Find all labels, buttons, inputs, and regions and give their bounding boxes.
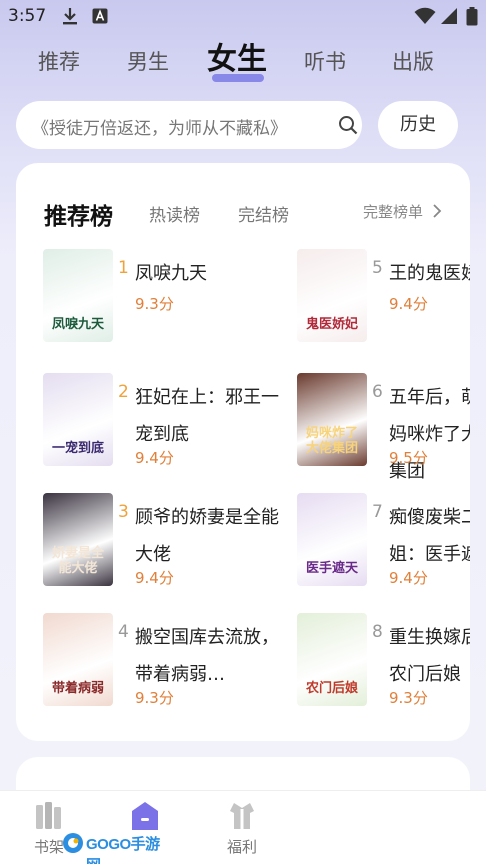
book-title[interactable]: 狂妃在上：邪王一宠到底	[135, 379, 285, 453]
book-item[interactable]: 娇妻是全能大佬 3 顾爷的娇妻是全能大佬 9.4分	[43, 493, 279, 589]
book-cover[interactable]: 鬼医娇妃	[297, 249, 367, 342]
book-title[interactable]: 五年后，萌宝妈咪炸了大佬集团	[389, 379, 470, 490]
chevron-right-icon[interactable]	[432, 203, 442, 219]
gift-icon	[230, 803, 254, 829]
book-item[interactable]: 农门后娘 8 重生换嫁后，农门后娘 9.3分	[297, 613, 470, 709]
book-title[interactable]: 凤唳九天	[135, 255, 285, 292]
watermark-text: GOGO手游网	[86, 836, 160, 864]
book-item[interactable]: 鬼医娇妃 5 王的鬼医娇 9.4分	[297, 249, 470, 345]
ranking-card: 推荐榜 热读榜 完结榜 完整榜单 凤唳九天 1 凤唳九天 9.3分 一宠到底 2…	[16, 163, 470, 741]
search-input[interactable]: 《授徒万倍返还，为师从不藏私》	[16, 101, 362, 149]
book-score: 9.3分	[135, 295, 174, 313]
tab-male[interactable]: 男生	[127, 40, 169, 84]
book-cover[interactable]: 农门后娘	[297, 613, 367, 706]
book-cover[interactable]: 带着病弱	[43, 613, 113, 706]
book-cover[interactable]: 凤唳九天	[43, 249, 113, 342]
search-icon[interactable]	[338, 115, 358, 135]
book-item[interactable]: 带着病弱 4 搬空国库去流放，带着病弱… 9.3分	[43, 613, 279, 709]
rank-number: 3	[118, 502, 129, 522]
book-item[interactable]: 一宠到底 2 狂妃在上：邪王一宠到底 9.4分	[43, 373, 279, 469]
signal-icon	[441, 8, 457, 24]
full-list-link[interactable]: 完整榜单	[363, 201, 423, 222]
rank-number: 2	[118, 382, 129, 402]
book-item[interactable]: 凤唳九天 1 凤唳九天 9.3分	[43, 249, 273, 345]
book-cover[interactable]: 一宠到底	[43, 373, 113, 466]
rank-number: 5	[372, 258, 383, 278]
book-score: 9.3分	[135, 689, 174, 707]
rank-number: 4	[118, 622, 129, 642]
rank-number: 6	[372, 382, 383, 402]
book-score: 9.4分	[389, 295, 428, 313]
tab-recommend[interactable]: 推荐	[38, 40, 80, 84]
book-title[interactable]: 痴傻废柴二小姐：医手遮天	[389, 499, 470, 573]
search-placeholder: 《授徒万倍返还，为师从不藏私》	[32, 119, 287, 139]
book-title[interactable]: 顾爷的娇妻是全能大佬	[135, 499, 285, 573]
battery-icon	[466, 7, 478, 26]
watermark-icon	[63, 833, 83, 853]
rank-number: 7	[372, 502, 383, 522]
book-score: 9.4分	[135, 449, 174, 467]
book-score: 9.4分	[389, 569, 428, 587]
status-time: 3:57	[8, 6, 47, 26]
book-score: 9.3分	[389, 689, 428, 707]
book-title[interactable]: 王的鬼医娇	[389, 255, 470, 292]
book-cover[interactable]: 医手遮天	[297, 493, 367, 586]
bookshelf-icon	[36, 802, 61, 829]
book-score: 9.4分	[135, 569, 174, 587]
book-item[interactable]: 医手遮天 7 痴傻废柴二小姐：医手遮天 9.4分	[297, 493, 470, 589]
rank-number: 1	[118, 258, 129, 278]
book-cover[interactable]: 妈咪炸了大佬集团	[297, 373, 367, 466]
ranking-title[interactable]: 推荐榜	[44, 197, 113, 231]
rank-number: 8	[372, 622, 383, 642]
nav-welfare[interactable]: 福利	[207, 791, 277, 864]
download-icon	[63, 8, 77, 25]
watermark-logo: GOGO手游网	[62, 830, 160, 864]
tab-publish[interactable]: 出版	[392, 40, 434, 84]
top-tabs: 推荐 男生 女生 听书 出版	[0, 40, 486, 86]
tab-audiobook[interactable]: 听书	[304, 40, 346, 84]
home-icon	[132, 802, 158, 830]
tab-female[interactable]: 女生	[207, 38, 267, 82]
tab-hot-reading[interactable]: 热读榜	[149, 201, 200, 226]
status-bar: 3:57	[0, 0, 486, 32]
a-text-icon	[92, 8, 108, 24]
book-title[interactable]: 搬空国库去流放，带着病弱…	[135, 619, 285, 693]
wifi-icon	[414, 7, 436, 24]
book-score: 9.5分	[389, 449, 428, 467]
book-item[interactable]: 妈咪炸了大佬集团 6 五年后，萌宝妈咪炸了大佬集团 9.5分	[297, 373, 470, 482]
nav-welfare-label: 福利	[226, 838, 257, 856]
book-cover[interactable]: 娇妻是全能大佬	[43, 493, 113, 586]
book-title[interactable]: 重生换嫁后，农门后娘	[389, 619, 470, 693]
history-button[interactable]: 历史	[378, 101, 458, 149]
tab-completed[interactable]: 完结榜	[238, 201, 289, 226]
